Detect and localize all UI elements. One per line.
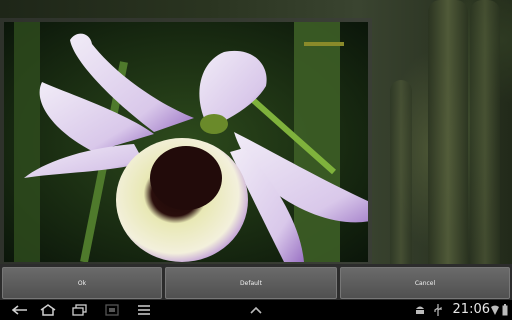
wifi-icon bbox=[490, 303, 500, 317]
menu-icon[interactable] bbox=[136, 303, 152, 317]
dialog-button-bar: Ok Default Cancel bbox=[0, 264, 512, 300]
up-arrow-icon[interactable] bbox=[247, 303, 265, 317]
bamboo-stalk bbox=[470, 0, 500, 300]
bamboo-stalk bbox=[428, 0, 468, 300]
back-icon[interactable] bbox=[10, 303, 30, 317]
android-icon bbox=[414, 303, 426, 317]
default-button[interactable]: Default bbox=[165, 267, 337, 299]
home-icon[interactable] bbox=[38, 303, 58, 317]
orchid-image bbox=[4, 22, 368, 262]
recent-apps-icon[interactable] bbox=[70, 303, 90, 317]
ok-button[interactable]: Ok bbox=[2, 267, 162, 299]
status-clock: 21:06 bbox=[452, 302, 490, 317]
usb-icon bbox=[432, 303, 444, 317]
image-preview-dialog bbox=[0, 18, 372, 264]
cancel-button[interactable]: Cancel bbox=[340, 267, 510, 299]
battery-icon bbox=[500, 303, 510, 317]
screenshot-icon[interactable] bbox=[104, 303, 120, 317]
system-bar: 21:06 bbox=[0, 300, 512, 320]
flower-photo bbox=[4, 22, 368, 262]
